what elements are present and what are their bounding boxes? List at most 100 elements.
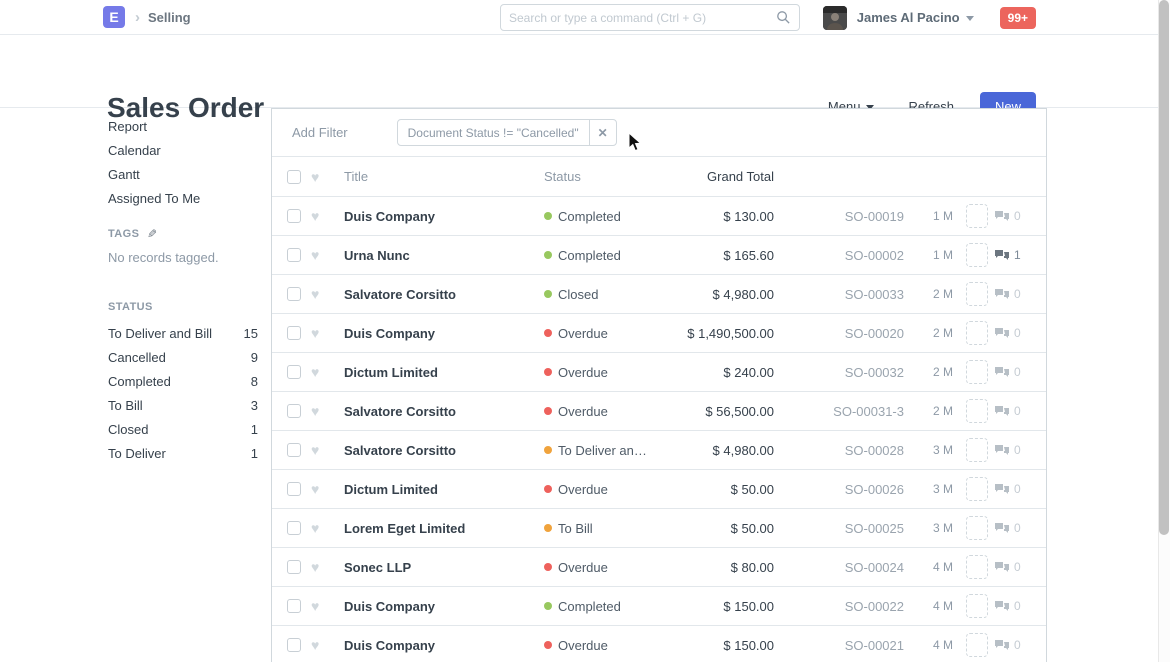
row-checkbox[interactable] — [287, 638, 301, 652]
row-title[interactable]: Dictum Limited — [344, 365, 539, 380]
assign-placeholder[interactable] — [966, 438, 988, 462]
heart-icon[interactable]: ♥ — [311, 170, 325, 184]
table-row[interactable]: ♥ Duis Company Overdue $ 1,490,500.00 SO… — [272, 314, 1046, 353]
comment-button[interactable]: 0 — [994, 482, 1021, 496]
sidebar-status-item[interactable]: To Deliver and Bill 15 — [108, 327, 258, 340]
global-search[interactable] — [500, 4, 800, 31]
table-row[interactable]: ♥ Salvatore Corsitto Closed $ 4,980.00 S… — [272, 275, 1046, 314]
search-icon[interactable] — [776, 10, 791, 25]
table-row[interactable]: ♥ Dictum Limited Overdue $ 50.00 SO-0002… — [272, 470, 1046, 509]
row-title[interactable]: Duis Company — [344, 209, 539, 224]
sidebar-status-item[interactable]: To Bill 3 — [108, 399, 258, 412]
row-checkbox[interactable] — [287, 404, 301, 418]
row-id-link[interactable]: SO-00033 — [774, 287, 904, 302]
row-id-link[interactable]: SO-00026 — [774, 482, 904, 497]
comment-button[interactable]: 0 — [994, 599, 1021, 613]
scrollbar[interactable] — [1158, 0, 1170, 662]
sidebar-view-item[interactable]: Report — [108, 120, 258, 133]
comment-button[interactable]: 0 — [994, 326, 1021, 340]
row-checkbox[interactable] — [287, 326, 301, 340]
row-title[interactable]: Salvatore Corsitto — [344, 443, 539, 458]
assign-placeholder[interactable] — [966, 243, 988, 267]
user-menu[interactable]: James Al Pacino — [857, 10, 974, 25]
row-checkbox[interactable] — [287, 560, 301, 574]
assign-placeholder[interactable] — [966, 321, 988, 345]
row-id-link[interactable]: SO-00022 — [774, 599, 904, 614]
row-id-link[interactable]: SO-00024 — [774, 560, 904, 575]
table-row[interactable]: ♥ Salvatore Corsitto To Deliver an… $ 4,… — [272, 431, 1046, 470]
sidebar-view-item[interactable]: Gantt — [108, 168, 258, 181]
table-row[interactable]: ♥ Duis Company Completed $ 150.00 SO-000… — [272, 587, 1046, 626]
heart-icon[interactable]: ♥ — [311, 326, 325, 340]
filter-chip-label[interactable]: Document Status != "Cancelled" — [398, 120, 589, 145]
row-title[interactable]: Sonec LLP — [344, 560, 539, 575]
row-checkbox[interactable] — [287, 482, 301, 496]
table-row[interactable]: ♥ Duis Company Overdue $ 150.00 SO-00021… — [272, 626, 1046, 662]
assign-placeholder[interactable] — [966, 555, 988, 579]
assign-placeholder[interactable] — [966, 477, 988, 501]
comment-button[interactable]: 0 — [994, 365, 1021, 379]
heart-icon[interactable]: ♥ — [311, 560, 325, 574]
row-id-link[interactable]: SO-00002 — [774, 248, 904, 263]
heart-icon[interactable]: ♥ — [311, 443, 325, 457]
row-id-link[interactable]: SO-00028 — [774, 443, 904, 458]
heart-icon[interactable]: ♥ — [311, 404, 325, 418]
row-title[interactable]: Salvatore Corsitto — [344, 287, 539, 302]
edit-tags-icon[interactable]: ✎ — [147, 227, 157, 241]
scrollbar-thumb[interactable] — [1159, 0, 1169, 535]
assign-placeholder[interactable] — [966, 282, 988, 306]
select-all-checkbox[interactable] — [287, 170, 301, 184]
row-checkbox[interactable] — [287, 248, 301, 262]
remove-filter-icon[interactable]: ✕ — [589, 120, 616, 145]
row-id-link[interactable]: SO-00019 — [774, 209, 904, 224]
notification-badge[interactable]: 99+ — [1000, 7, 1036, 29]
sidebar-status-item[interactable]: Cancelled 9 — [108, 351, 258, 364]
table-row[interactable]: ♥ Lorem Eget Limited To Bill $ 50.00 SO-… — [272, 509, 1046, 548]
comment-button[interactable]: 0 — [994, 287, 1021, 301]
comment-button[interactable]: 0 — [994, 404, 1021, 418]
table-row[interactable]: ♥ Salvatore Corsitto Overdue $ 56,500.00… — [272, 392, 1046, 431]
row-title[interactable]: Duis Company — [344, 326, 539, 341]
heart-icon[interactable]: ♥ — [311, 482, 325, 496]
heart-icon[interactable]: ♥ — [311, 521, 325, 535]
row-id-link[interactable]: SO-00031-3 — [774, 404, 904, 419]
row-title[interactable]: Salvatore Corsitto — [344, 404, 539, 419]
app-logo[interactable]: E — [103, 6, 125, 28]
assign-placeholder[interactable] — [966, 360, 988, 384]
row-checkbox[interactable] — [287, 287, 301, 301]
sidebar-status-item[interactable]: Closed 1 — [108, 423, 258, 436]
row-id-link[interactable]: SO-00032 — [774, 365, 904, 380]
assign-placeholder[interactable] — [966, 633, 988, 657]
table-row[interactable]: ♥ Duis Company Completed $ 130.00 SO-000… — [272, 197, 1046, 236]
table-row[interactable]: ♥ Urna Nunc Completed $ 165.60 SO-00002 … — [272, 236, 1046, 275]
heart-icon[interactable]: ♥ — [311, 248, 325, 262]
heart-icon[interactable]: ♥ — [311, 287, 325, 301]
row-checkbox[interactable] — [287, 209, 301, 223]
breadcrumb[interactable]: Selling — [148, 10, 191, 25]
row-title[interactable]: Dictum Limited — [344, 482, 539, 497]
assign-placeholder[interactable] — [966, 204, 988, 228]
heart-icon[interactable]: ♥ — [311, 638, 325, 652]
row-title[interactable]: Duis Company — [344, 638, 539, 653]
search-input[interactable] — [509, 11, 776, 25]
row-checkbox[interactable] — [287, 521, 301, 535]
table-row[interactable]: ♥ Dictum Limited Overdue $ 240.00 SO-000… — [272, 353, 1046, 392]
comment-button[interactable]: 1 — [994, 248, 1021, 262]
row-id-link[interactable]: SO-00025 — [774, 521, 904, 536]
row-title[interactable]: Urna Nunc — [344, 248, 539, 263]
row-title[interactable]: Duis Company — [344, 599, 539, 614]
row-checkbox[interactable] — [287, 443, 301, 457]
comment-button[interactable]: 0 — [994, 521, 1021, 535]
comment-button[interactable]: 0 — [994, 638, 1021, 652]
heart-icon[interactable]: ♥ — [311, 599, 325, 613]
table-row[interactable]: ♥ Sonec LLP Overdue $ 80.00 SO-00024 4 M… — [272, 548, 1046, 587]
assign-placeholder[interactable] — [966, 516, 988, 540]
row-checkbox[interactable] — [287, 365, 301, 379]
row-checkbox[interactable] — [287, 599, 301, 613]
heart-icon[interactable]: ♥ — [311, 209, 325, 223]
sidebar-status-item[interactable]: Completed 8 — [108, 375, 258, 388]
comment-button[interactable]: 0 — [994, 560, 1021, 574]
comment-button[interactable]: 0 — [994, 443, 1021, 457]
sidebar-view-item[interactable]: Assigned To Me — [108, 192, 258, 205]
user-avatar[interactable] — [823, 6, 847, 30]
